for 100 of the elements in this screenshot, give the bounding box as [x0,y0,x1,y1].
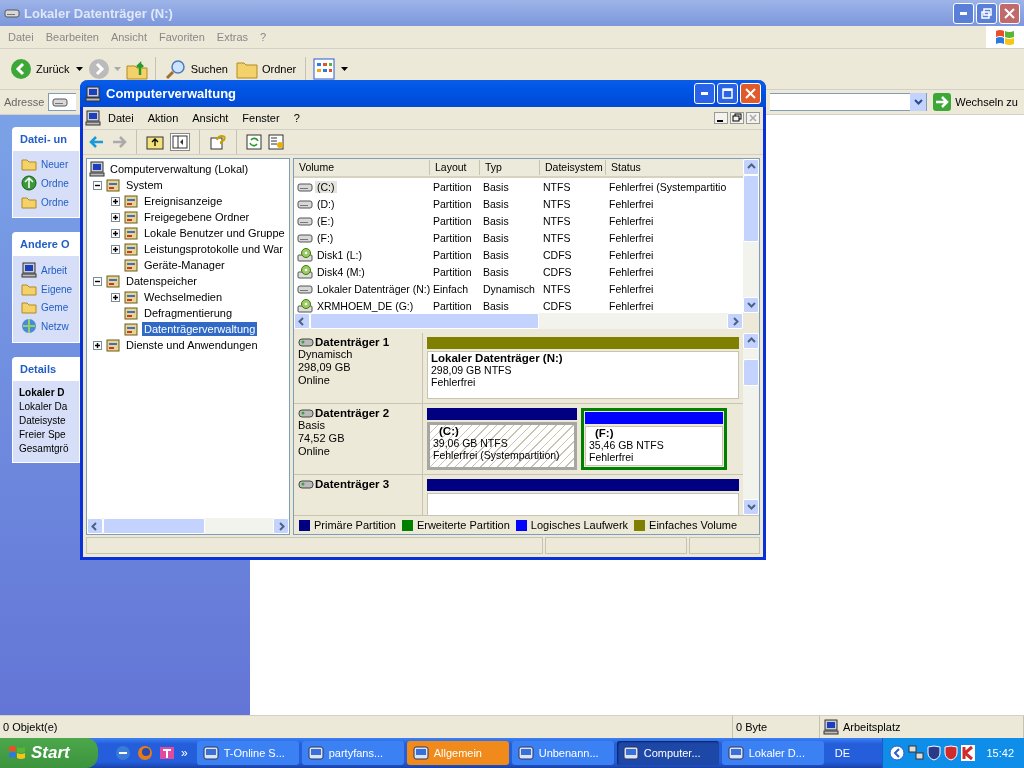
export-list-icon[interactable] [268,134,284,150]
close-button[interactable] [999,2,1020,24]
back-button[interactable]: Zurück [8,56,72,82]
minimize-icon[interactable] [714,112,728,124]
scroll-up-button[interactable] [743,333,759,349]
browser-icon[interactable] [115,745,131,761]
back-arrow-icon[interactable] [89,135,105,149]
task-link[interactable]: Ordne [41,177,69,189]
taskbar-button[interactable]: Unbenann... [511,741,614,765]
dropdown-caret-icon[interactable] [341,67,350,71]
column-header[interactable]: Volume [294,160,430,175]
vertical-scrollbar[interactable] [743,159,759,313]
partition[interactable]: (F:) 35,46 GB NTFS Fehlerfrei [581,408,727,470]
scroll-right-button[interactable] [727,313,743,329]
task-link[interactable]: Netzw [41,320,69,332]
tree-item[interactable]: Freigegebene Ordner [142,210,252,224]
k-letter-icon[interactable] [961,745,976,761]
menu-item[interactable]: Fenster [235,112,287,124]
scrollbar-thumb[interactable] [743,358,759,386]
tree-item[interactable]: Geräte-Manager [142,258,227,272]
task-pane-header[interactable]: Details [12,357,80,381]
drive-label[interactable]: Disk1 (L:) [315,248,364,261]
taskbar-button[interactable]: partyfans... [301,741,404,765]
task-link[interactable]: Ordne [41,196,69,208]
dropdown-button[interactable] [910,93,927,111]
taskbar-button[interactable]: Lokaler D... [721,741,824,765]
column-header[interactable]: Layout [430,160,480,175]
drive-label[interactable]: XRMHOEM_DE (G:) [315,299,416,312]
dropdown-caret-icon[interactable] [75,67,84,71]
expand-box-icon[interactable] [93,340,102,350]
tree-item[interactable]: Datenträgerverwaltung [142,322,258,336]
tree-item[interactable]: Wechselmedien [142,290,225,304]
drive-label[interactable]: Lokaler Datenträger (N:) [315,282,433,295]
tree-item[interactable]: Defragmentierung [142,306,235,320]
collapse-box-icon[interactable] [93,180,102,190]
vertical-scrollbar[interactable] [743,333,759,515]
expand-box-icon[interactable] [111,228,120,238]
taskbar-button[interactable]: Computer... [616,741,719,765]
close-button[interactable] [740,83,761,104]
address-field[interactable] [48,93,77,111]
address-field[interactable] [770,93,928,111]
menu-item[interactable]: ? [286,112,307,124]
drive-label[interactable]: Disk4 (M:) [315,265,367,278]
go-button[interactable]: Wechseln zu [931,93,1020,111]
menu-item[interactable]: Ansicht [185,112,236,124]
shield-icon[interactable] [927,745,942,761]
tree-item[interactable]: Datenspeicher [124,274,199,288]
scroll-right-button[interactable] [273,518,289,534]
scrollbar-thumb[interactable] [103,518,205,534]
drive-label[interactable]: (C:) [315,180,337,193]
folders-button[interactable]: Ordner [233,57,299,81]
t-logo-icon[interactable] [159,745,175,761]
drive-label[interactable]: (E:) [315,214,336,227]
expand-box-icon[interactable] [111,212,120,222]
horizontal-scrollbar[interactable] [294,313,743,329]
column-header[interactable]: Typ [480,160,540,175]
help-icon[interactable] [209,134,227,150]
minimize-button[interactable] [694,83,715,104]
expand-box-icon[interactable] [111,292,120,302]
scroll-left-button[interactable] [294,313,310,329]
restore-button[interactable] [976,2,997,24]
task-link[interactable]: Neuer [41,158,69,170]
scrollbar-thumb[interactable] [310,313,540,329]
more-button[interactable]: » [181,746,188,760]
drive-label[interactable]: (D:) [315,197,337,210]
network-icon[interactable] [908,745,925,761]
tree-item[interactable]: Computerverwaltung (Lokal) [108,162,251,176]
task-link[interactable]: Eigene [41,283,73,295]
toggle-tree-button[interactable] [170,133,190,151]
scroll-left-button[interactable] [87,518,103,534]
task-link[interactable]: Geme [41,301,69,313]
column-header[interactable]: Dateisystem [540,160,606,175]
menu-item[interactable]: Aktion [140,112,186,124]
chevron-left-icon[interactable] [889,745,906,761]
refresh-icon[interactable] [246,134,262,150]
view-grid-icon[interactable] [313,58,338,80]
maximize-button[interactable] [717,83,738,104]
scroll-down-button[interactable] [743,297,759,313]
tree-item[interactable]: Dienste und Anwendungen [124,338,260,352]
language-indicator[interactable]: DE [826,747,858,759]
tree-item[interactable]: Leistungsprotokolle und War [142,242,285,256]
expand-box-icon[interactable] [111,196,120,206]
search-button[interactable]: Suchen [162,56,230,82]
expand-box-icon[interactable] [111,244,120,254]
tree-item[interactable]: Lokale Benutzer und Gruppe [142,226,287,240]
scroll-up-button[interactable] [743,159,759,175]
task-link[interactable]: Arbeit [41,264,68,276]
scrollbar-thumb[interactable] [743,175,759,243]
minimize-button[interactable] [953,2,974,24]
task-pane-header[interactable]: Datei- un [12,127,80,151]
collapse-box-icon[interactable] [93,276,102,286]
tree-item[interactable]: System [124,178,165,192]
drive-label[interactable]: (F:) [315,231,336,244]
restore-icon[interactable] [730,112,744,124]
shield-icon[interactable] [944,745,959,761]
scroll-down-button[interactable] [743,499,759,515]
menu-item[interactable]: Datei [101,112,141,124]
folder-up-icon[interactable] [146,134,164,150]
tree-item[interactable]: Ereignisanzeige [142,194,225,208]
horizontal-scrollbar[interactable] [87,518,289,534]
